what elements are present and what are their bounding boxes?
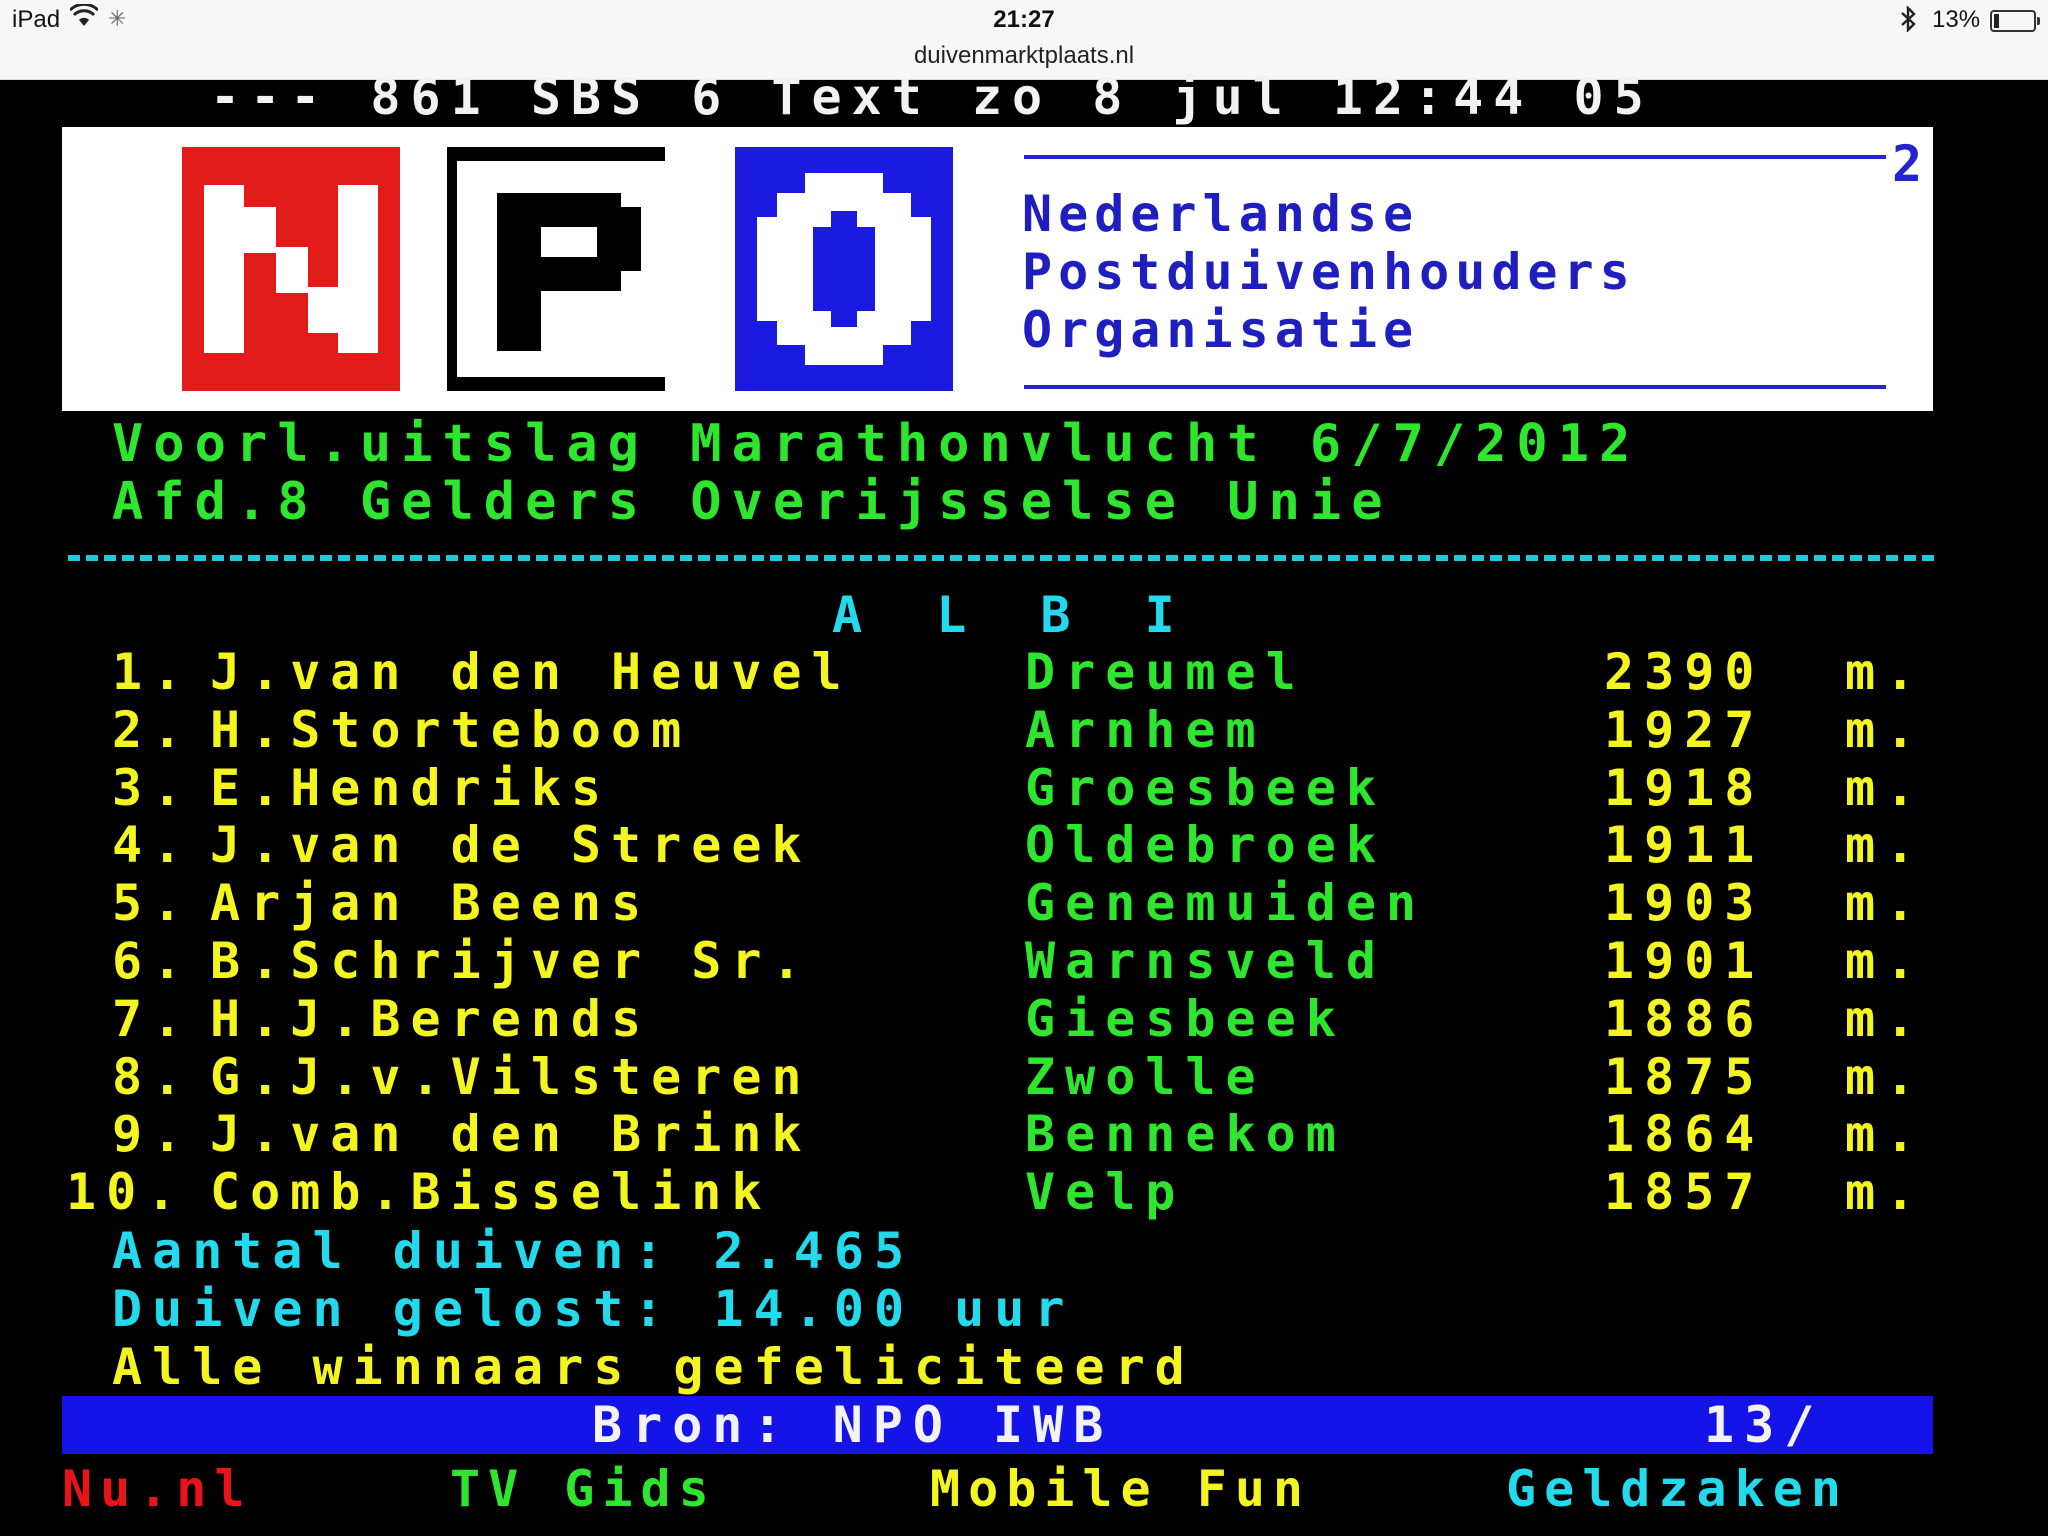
- org-name-line-2: Postduivenhouders: [1022, 243, 1636, 301]
- p-block-glyph: [457, 161, 677, 377]
- result-title: Voorl.uitslag Marathonvlucht 6/7/2012: [112, 414, 1641, 474]
- result-rank: 1.: [112, 643, 193, 701]
- result-distance: 1875: [1604, 1047, 1765, 1106]
- result-unit: m.: [1845, 700, 1926, 759]
- logo-letter-p: [447, 147, 677, 391]
- source-bar: Bron: NPO IWB 13/: [62, 1396, 1933, 1454]
- info-total-pigeons: Aantal duiven: 2.465: [112, 1222, 915, 1280]
- result-distance: 1927: [1604, 700, 1765, 759]
- result-name: J.van de Streek: [210, 816, 812, 875]
- npo-logo-panel: 2 Nederlandse Postduivenhouders Organisa…: [62, 127, 1933, 411]
- page-url[interactable]: duivenmarktplaats.nl: [0, 42, 2048, 70]
- result-distance: 1918: [1604, 758, 1765, 817]
- result-unit: m.: [1845, 932, 1926, 990]
- logo-top-rule: [1024, 155, 1886, 159]
- bluetooth-icon: [1900, 5, 1916, 39]
- result-distance: 1864: [1604, 1105, 1765, 1164]
- battery-level: [1994, 14, 1999, 28]
- result-name: H.Storteboom: [210, 700, 692, 759]
- info-congratulations: Alle winnaars gefeliciteerd: [112, 1338, 1195, 1396]
- separator-line: [68, 555, 1934, 561]
- fastext-green-link[interactable]: TV Gids: [450, 1460, 717, 1518]
- result-unit: m.: [1845, 1047, 1926, 1106]
- teletext-header: --- 861 SBS 6 Text zo 8 jul 12:44 05: [210, 68, 1654, 126]
- result-place: Velp: [1025, 1163, 1186, 1222]
- org-name-line-3: Organisatie: [1022, 301, 1420, 359]
- n-block-glyph: [204, 185, 378, 353]
- result-name: B.Schrijver Sr.: [210, 932, 812, 990]
- result-rank: 2.: [112, 700, 193, 759]
- result-place: Giesbeek: [1025, 989, 1346, 1048]
- result-name: Comb.Bisselink: [210, 1163, 772, 1222]
- clock: 21:27: [993, 6, 1055, 33]
- result-rank: 4.: [112, 816, 193, 875]
- source-text: Bron: NPO IWB: [592, 1396, 1114, 1454]
- result-unit: m.: [1845, 816, 1926, 875]
- result-subtitle: Afd.8 Gelders Overijsselse Unie: [112, 472, 1393, 532]
- logo-bottom-rule: [1024, 385, 1886, 389]
- result-unit: m.: [1845, 1105, 1926, 1164]
- result-rank: 7.: [112, 989, 193, 1048]
- result-distance: 1857: [1604, 1163, 1765, 1222]
- result-unit: m.: [1845, 1163, 1926, 1222]
- subpage-indicator: 13/: [1704, 1396, 1825, 1454]
- result-distance: 1886: [1604, 989, 1765, 1048]
- info-release-time: Duiven gelost: 14.00 uur: [112, 1280, 1075, 1338]
- org-name-line-1: Nederlandse: [1022, 185, 1420, 243]
- result-rank: 3.: [112, 758, 193, 817]
- result-place: Genemuiden: [1025, 874, 1427, 933]
- logo-letter-o: [735, 147, 953, 391]
- fastext-red-link[interactable]: Nu.nl: [62, 1460, 253, 1518]
- result-unit: m.: [1845, 758, 1926, 817]
- result-distance: 1901: [1604, 932, 1765, 990]
- result-unit: m.: [1845, 643, 1926, 701]
- result-distance: 1903: [1604, 874, 1765, 933]
- result-name: J.van den Brink: [210, 1105, 812, 1164]
- result-name: H.J.Berends: [210, 989, 652, 1048]
- result-rank: 5.: [112, 874, 193, 933]
- result-place: Groesbeek: [1025, 758, 1386, 817]
- fastext-cyan-link[interactable]: Geldzaken: [1506, 1460, 1849, 1518]
- fastext-yellow-link[interactable]: Mobile Fun: [930, 1460, 1311, 1518]
- result-rank: 6.: [112, 932, 193, 990]
- result-place: Warnsveld: [1025, 932, 1386, 990]
- result-name: J.van den Heuvel: [210, 643, 852, 701]
- result-rank: 9.: [112, 1105, 193, 1164]
- logo-letter-n: [182, 147, 400, 391]
- result-place: Zwolle: [1025, 1047, 1266, 1106]
- result-unit: m.: [1845, 989, 1926, 1048]
- o-block-glyph: [757, 173, 931, 365]
- result-unit: m.: [1845, 874, 1926, 933]
- result-rank: 10.: [66, 1163, 187, 1222]
- result-place: Arnhem: [1025, 700, 1266, 759]
- result-place: Bennekom: [1025, 1105, 1346, 1164]
- result-distance: 2390: [1604, 643, 1765, 701]
- result-name: E.Hendriks: [210, 758, 612, 817]
- result-rank: 8.: [112, 1047, 193, 1106]
- battery-percent: 13%: [1932, 6, 1981, 33]
- result-place: Oldebroek: [1025, 816, 1386, 875]
- logo-page-number: 2: [1892, 135, 1923, 193]
- station-name: A L B I: [832, 586, 1197, 644]
- battery-icon: [1990, 10, 2040, 32]
- result-name: Arjan Beens: [210, 874, 652, 933]
- result-place: Dreumel: [1025, 643, 1306, 701]
- result-distance: 1911: [1604, 816, 1765, 875]
- result-name: G.J.v.Vilsteren: [210, 1047, 812, 1106]
